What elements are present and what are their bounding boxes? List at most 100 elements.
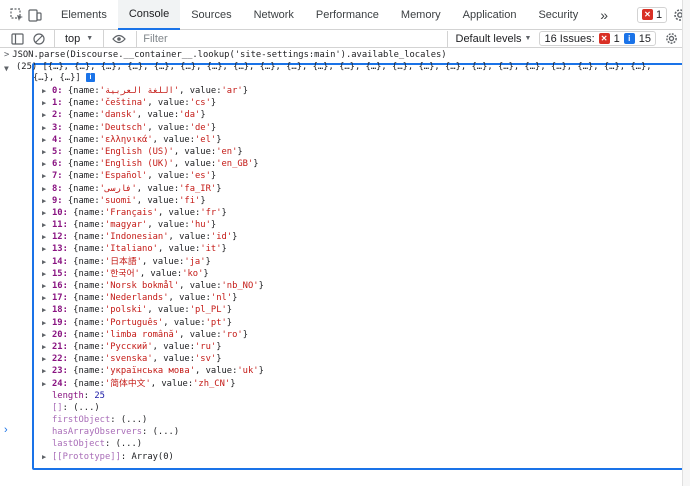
- collapsed-triangle-icon[interactable]: ▶: [42, 97, 52, 109]
- console-input-prompt-icon[interactable]: ›: [4, 424, 8, 436]
- collapsed-triangle-icon[interactable]: ▶: [42, 341, 52, 353]
- array-item-row[interactable]: ▶ 18: {name: 'polski', value: 'pl_PL'}: [42, 304, 264, 316]
- array-item-row[interactable]: ▶ 4: {name: 'ελληνικά', value: 'el'}: [42, 134, 264, 146]
- item-close: }: [221, 244, 227, 255]
- collapsed-triangle-icon[interactable]: ▶: [42, 365, 52, 377]
- issues-counter[interactable]: 16 Issues: ✕ 1 i 15: [539, 31, 656, 46]
- tab-console[interactable]: Console: [117, 0, 181, 30]
- array-item-row[interactable]: ▶ 19: {name: 'Português', value: 'pt'}: [42, 317, 264, 329]
- collapsed-triangle-icon[interactable]: ▶: [42, 329, 52, 341]
- getter-property-row[interactable]: []: (...): [42, 402, 264, 414]
- array-item-row[interactable]: ▶ 6: {name: 'English (UK)', value: 'en_GB…: [42, 158, 264, 170]
- array-item-row[interactable]: ▶ 9: {name: 'suomi', value: 'fi'}: [42, 195, 264, 207]
- item-close: }: [203, 268, 209, 279]
- sidebar-toggle-icon[interactable]: [6, 28, 28, 50]
- array-item-row[interactable]: ▶ 1: {name: 'čeština', value: 'cs'}: [42, 97, 264, 109]
- inspect-element-icon[interactable]: [10, 4, 24, 26]
- collapsed-triangle-icon[interactable]: ▶: [42, 292, 52, 304]
- array-item-row[interactable]: ▶ 22: {name: 'svenska', value: 'sv'}: [42, 353, 264, 365]
- tab-security[interactable]: Security: [527, 0, 589, 30]
- collapsed-triangle-icon[interactable]: ▶: [42, 451, 52, 463]
- item-value: 'fr': [200, 207, 222, 218]
- array-item-row[interactable]: ▶ 24: {name: '简体中文', value: 'zh_CN'}: [42, 378, 264, 390]
- collapsed-triangle-icon[interactable]: ▶: [42, 317, 52, 329]
- array-item-row[interactable]: ▶ 21: {name: 'Русский', value: 'ru'}: [42, 341, 264, 353]
- tab-application[interactable]: Application: [452, 0, 528, 30]
- tab-memory[interactable]: Memory: [390, 0, 452, 30]
- collapsed-triangle-icon[interactable]: ▶: [42, 170, 52, 182]
- prototype-row[interactable]: ▶ [[Prototype]]: Array(0): [42, 451, 264, 463]
- filter-input[interactable]: Filter: [136, 30, 448, 47]
- clear-console-icon[interactable]: [28, 28, 50, 50]
- array-item-row[interactable]: ▶ 23: {name: 'українська мова', value: 'u…: [42, 365, 264, 377]
- array-item-row[interactable]: ▶ 10: {name: 'Français', value: 'fr'}: [42, 207, 264, 219]
- array-item-row[interactable]: ▶ 12: {name: 'Indonesian', value: 'id'}: [42, 231, 264, 243]
- device-toolbar-icon[interactable]: [28, 4, 42, 26]
- collapsed-triangle-icon[interactable]: ▶: [42, 195, 52, 207]
- array-item-row[interactable]: ▶ 17: {name: 'Nederlands', value: 'nl'}: [42, 292, 264, 304]
- console-settings-gear-icon[interactable]: [660, 28, 682, 50]
- array-item-row[interactable]: ▶ 11: {name: 'magyar', value: 'hu'}: [42, 219, 264, 231]
- tab-network[interactable]: Network: [243, 0, 305, 30]
- collapsed-triangle-icon[interactable]: ▶: [42, 243, 52, 255]
- array-item-row[interactable]: ▶ 20: {name: 'limba română', value: 'ro'}: [42, 329, 264, 341]
- getter-value[interactable]: (...): [121, 414, 147, 426]
- log-levels-dropdown[interactable]: Default levels ▼: [448, 33, 540, 45]
- item-value: 'nb_NO': [221, 281, 259, 291]
- array-item-row[interactable]: ▶ 13: {name: 'Italiano', value: 'it'}: [42, 243, 264, 255]
- collapsed-triangle-icon[interactable]: ▶: [42, 378, 52, 390]
- array-item-row[interactable]: ▶ 8: {name: 'فارسی', value: 'fa_IR'}: [42, 183, 264, 195]
- array-item-row[interactable]: ▶ 5: {name: 'English (US)', value: 'en'}: [42, 146, 264, 158]
- item-name: 'English (US)': [99, 146, 174, 157]
- tab-performance[interactable]: Performance: [305, 0, 390, 30]
- getter-property-row[interactable]: hasArrayObservers: (...): [42, 426, 264, 438]
- collapsed-triangle-icon[interactable]: ▶: [42, 268, 52, 280]
- getter-value[interactable]: (...): [116, 438, 142, 450]
- array-item-row[interactable]: ▶ 2: {name: 'dansk', value: 'da'}: [42, 109, 264, 121]
- collapsed-triangle-icon[interactable]: ▶: [42, 304, 52, 316]
- collapsed-triangle-icon[interactable]: ▶: [42, 219, 52, 231]
- getter-property-row[interactable]: firstObject: (...): [42, 414, 264, 426]
- item-name: 'magyar': [104, 220, 148, 231]
- live-expression-eye-icon[interactable]: [108, 28, 130, 50]
- tab-elements[interactable]: Elements: [50, 0, 118, 30]
- collapsed-triangle-icon[interactable]: ▶: [42, 256, 52, 268]
- array-item-row[interactable]: ▶ 7: {name: 'Español', value: 'es'}: [42, 170, 264, 182]
- getter-value[interactable]: (...): [73, 402, 99, 414]
- array-item-row[interactable]: ▶ 16: {name: 'Norsk bokmål', value: 'nb_N…: [42, 280, 264, 292]
- scrollbar[interactable]: [682, 0, 690, 486]
- context-selector[interactable]: top ▼: [59, 30, 99, 48]
- expand-triangle-icon[interactable]: ▼: [4, 64, 9, 73]
- collapsed-triangle-icon[interactable]: ▶: [42, 134, 52, 146]
- collapsed-triangle-icon[interactable]: ▶: [42, 207, 52, 219]
- devtools-main-toolbar: Elements Console Sources Network Perform…: [0, 0, 690, 30]
- item-close: }: [226, 305, 233, 316]
- collapsed-triangle-icon[interactable]: ▶: [42, 85, 52, 97]
- error-counter-badge[interactable]: ✕ 1: [637, 6, 668, 23]
- info-badge-icon[interactable]: i: [85, 73, 95, 82]
- item-name: '한국어': [104, 268, 140, 279]
- array-item-row[interactable]: ▶ 3: {name: 'Deutsch', value: 'de'}: [42, 122, 264, 134]
- getter-property-row[interactable]: lastObject: (...): [42, 438, 264, 450]
- item-value: 'en': [216, 146, 238, 157]
- collapsed-triangle-icon[interactable]: ▶: [42, 122, 52, 134]
- array-item-row[interactable]: ▶ 15: {name: '한국어', value: 'ko'}: [42, 268, 264, 280]
- item-open: {name:: [67, 378, 105, 389]
- collapsed-triangle-icon[interactable]: ▶: [42, 183, 52, 195]
- tab-sources[interactable]: Sources: [180, 0, 242, 30]
- item-close: }: [221, 207, 227, 218]
- item-sep: , value:: [147, 98, 190, 109]
- collapsed-triangle-icon[interactable]: ▶: [42, 109, 52, 121]
- getter-value[interactable]: (...): [153, 426, 179, 438]
- collapsed-triangle-icon[interactable]: ▶: [42, 158, 52, 170]
- array-item-row[interactable]: ▶ 14: {name: '日本語', value: 'ja'}: [42, 256, 264, 268]
- array-summary[interactable]: (25) [{…}, {…}, {…}, {…}, {…}, {…}, {…},…: [16, 62, 652, 73]
- collapsed-triangle-icon[interactable]: ▶: [42, 353, 52, 365]
- array-item-row[interactable]: ▶ 0: {name: 'اللغة العربية', value: 'ar'}: [42, 85, 264, 97]
- collapsed-triangle-icon[interactable]: ▶: [42, 231, 52, 243]
- collapsed-triangle-icon[interactable]: ▶: [42, 280, 52, 292]
- more-tabs-button[interactable]: »: [589, 0, 619, 30]
- collapsed-triangle-icon[interactable]: ▶: [42, 146, 52, 158]
- item-open: {name:: [67, 207, 105, 218]
- item-close: }: [200, 110, 206, 121]
